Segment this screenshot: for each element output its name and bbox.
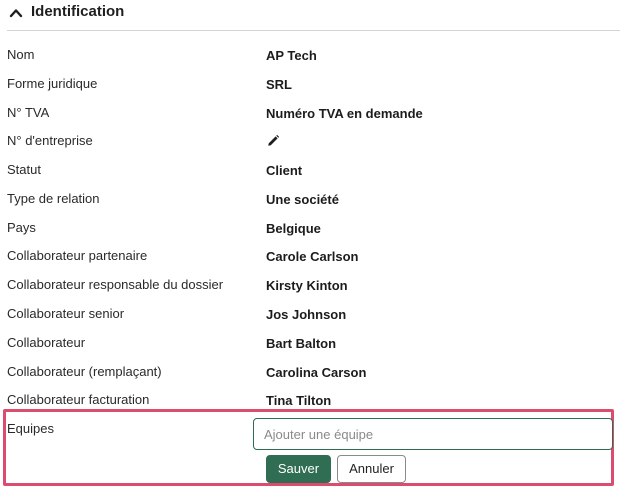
field-row-entreprise: N° d'entreprise xyxy=(0,132,621,156)
section-title: Identification xyxy=(31,3,125,20)
section-divider xyxy=(7,30,620,31)
equipes-label: Equipes xyxy=(7,421,54,436)
field-value: SRL xyxy=(266,77,292,92)
field-value: Numéro TVA en demande xyxy=(266,106,423,121)
field-value: Kirsty Kinton xyxy=(266,278,348,293)
team-input[interactable] xyxy=(253,418,613,450)
field-label: Forme juridique xyxy=(7,76,98,91)
field-row-nom: Nom AP Tech xyxy=(0,46,621,70)
cancel-button[interactable]: Annuler xyxy=(337,455,406,483)
field-label: Collaborateur partenaire xyxy=(7,248,148,263)
field-value: Une société xyxy=(266,192,339,207)
field-value: Client xyxy=(266,163,303,178)
field-value: Carolina Carson xyxy=(266,365,367,380)
field-label: Pays xyxy=(7,220,36,235)
field-row-collaborateur: Collaborateur Bart Balton xyxy=(0,334,621,358)
field-row-collaborateur-responsable: Collaborateur responsable du dossier Kir… xyxy=(0,276,621,300)
field-label: Statut xyxy=(7,162,41,177)
field-row-statut: Statut Client xyxy=(0,161,621,185)
field-label: Collaborateur xyxy=(7,335,86,350)
chevron-up-icon[interactable] xyxy=(9,6,23,20)
field-label: Collaborateur senior xyxy=(7,306,125,321)
section-header-identification[interactable]: Identification xyxy=(0,0,621,30)
field-label: Collaborateur facturation xyxy=(7,392,150,407)
field-row-pays: Pays Belgique xyxy=(0,219,621,243)
field-row-collaborateur-partenaire: Collaborateur partenaire Carole Carlson xyxy=(0,247,621,271)
field-row-type-relation: Type de relation Une société xyxy=(0,190,621,214)
field-label: N° TVA xyxy=(7,105,50,120)
field-row-tva: N° TVA Numéro TVA en demande xyxy=(0,104,621,128)
field-value: Carole Carlson xyxy=(266,249,359,264)
field-label: Collaborateur (remplaçant) xyxy=(7,364,162,379)
field-row-collaborateur-remplacant: Collaborateur (remplaçant) Carolina Cars… xyxy=(0,363,621,387)
field-value: Tina Tilton xyxy=(266,393,332,408)
field-label: N° d'entreprise xyxy=(7,133,93,148)
field-value: Bart Balton xyxy=(266,336,337,351)
field-value: AP Tech xyxy=(266,48,317,63)
field-row-forme-juridique: Forme juridique SRL xyxy=(0,75,621,99)
save-button[interactable]: Sauver xyxy=(266,455,331,483)
field-value: Belgique xyxy=(266,221,321,236)
field-row-collaborateur-senior: Collaborateur senior Jos Johnson xyxy=(0,305,621,329)
field-label: Type de relation xyxy=(7,191,100,206)
field-value: Jos Johnson xyxy=(266,307,347,322)
pencil-icon[interactable] xyxy=(266,134,280,148)
field-label: Collaborateur responsable du dossier xyxy=(7,277,224,292)
field-label: Nom xyxy=(7,47,35,62)
